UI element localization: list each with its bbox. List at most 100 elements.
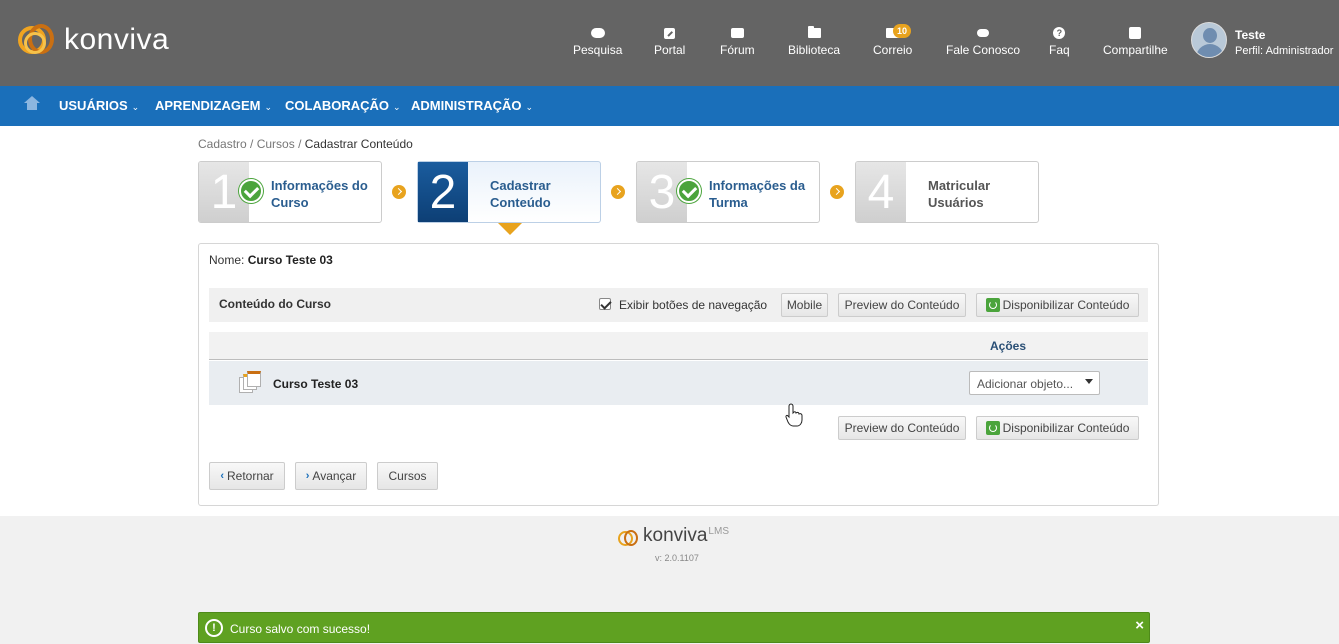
- wizard-step-3[interactable]: 3 Informações da Turma: [636, 161, 820, 223]
- forum-icon: [730, 26, 744, 40]
- step-label: Cadastrar Conteúdo: [490, 178, 551, 210]
- help-icon: ?: [1052, 26, 1066, 40]
- actions-column-header: Ações: [990, 339, 1027, 353]
- nav-compartilhe[interactable]: Compartilhe: [1103, 26, 1168, 57]
- power-icon: [985, 421, 1000, 435]
- wizard-step-4[interactable]: 4 Matricular Usuários: [855, 161, 1039, 223]
- chevron-left-icon: ‹: [220, 470, 224, 482]
- course-pages-icon: [239, 371, 263, 395]
- footer-logo: konviva LMS: [617, 525, 729, 549]
- menu-aprendizagem[interactable]: APRENDIZAGEM ⌄: [155, 98, 272, 113]
- publish-button-bottom[interactable]: Disponibilizar Conteúdo: [976, 416, 1139, 440]
- version-text: v: 2.0.1107: [655, 553, 699, 563]
- course-row-name[interactable]: Curso Teste 03: [273, 377, 358, 391]
- step-number: 4: [856, 162, 906, 222]
- nav-fale-conosco[interactable]: Fale Conosco: [946, 26, 1020, 57]
- chat-icon: [590, 26, 605, 40]
- menu-colaboracao[interactable]: COLABORAÇÃO ⌄: [285, 98, 401, 113]
- button-label: Preview do Conteúdo: [844, 298, 960, 312]
- menu-label: COLABORAÇÃO: [285, 98, 389, 113]
- alert-icon: !: [205, 619, 223, 637]
- breadcrumb-separator: /: [294, 137, 305, 151]
- active-step-pointer: [498, 223, 522, 235]
- close-icon[interactable]: ×: [1135, 617, 1144, 634]
- wizard-step-1[interactable]: 1 Informações do Curso: [198, 161, 382, 223]
- nav-label: Faq: [1049, 43, 1070, 57]
- add-object-select[interactable]: Adicionar objeto...: [969, 371, 1100, 395]
- show-nav-buttons-checkbox[interactable]: [599, 298, 611, 310]
- nav-label: Fórum: [720, 43, 755, 57]
- folder-icon: [807, 26, 821, 40]
- nav-label: Biblioteca: [788, 43, 841, 57]
- nav-pesquisa[interactable]: Pesquisa: [573, 26, 622, 57]
- chevron-down-icon: ⌄: [131, 102, 140, 112]
- button-label: Cursos: [388, 469, 427, 483]
- dropdown-arrow-icon: [1085, 379, 1093, 384]
- menu-administracao[interactable]: ADMINISTRAÇÃO ⌄: [411, 98, 533, 113]
- button-label: Retornar: [226, 469, 274, 483]
- course-name-box: Nome: Curso Teste 03: [198, 243, 1159, 277]
- nav-forum[interactable]: Fórum: [720, 26, 755, 57]
- footer-logo-sup: LMS: [708, 526, 729, 537]
- nav-portal[interactable]: Portal: [654, 26, 685, 57]
- nav-biblioteca[interactable]: Biblioteca: [788, 26, 840, 57]
- preview-button-bottom[interactable]: Preview do Conteúdo: [838, 416, 966, 440]
- home-icon[interactable]: [24, 96, 40, 112]
- step-number: 2: [418, 162, 468, 222]
- logo-rings-icon: [617, 527, 641, 549]
- share-icon: [1128, 26, 1142, 40]
- user-name[interactable]: Teste: [1235, 28, 1265, 42]
- mobile-button[interactable]: Mobile: [781, 293, 828, 317]
- menu-usuarios[interactable]: USUÁRIOS ⌄: [59, 98, 139, 113]
- select-value: Adicionar objeto...: [977, 377, 1074, 391]
- back-button[interactable]: ‹ Retornar: [209, 462, 285, 490]
- power-icon: [985, 298, 1000, 312]
- next-button[interactable]: › Avançar: [295, 462, 367, 490]
- preview-button[interactable]: Preview do Conteúdo: [838, 293, 966, 317]
- hand-cursor-icon: [785, 403, 803, 427]
- button-label: Preview do Conteúdo: [844, 421, 960, 435]
- chevron-right-icon: ›: [305, 470, 310, 482]
- success-toast: ! Curso salvo com sucesso! ×: [198, 612, 1150, 643]
- nav-label: Portal: [654, 43, 686, 57]
- footer-logo-text: konviva: [643, 525, 708, 546]
- show-nav-buttons-label[interactable]: Exibir botões de navegação: [619, 298, 767, 312]
- publish-button[interactable]: Disponibilizar Conteúdo: [976, 293, 1139, 317]
- nav-label: Pesquisa: [573, 43, 623, 57]
- chevron-down-icon: ⌄: [525, 102, 534, 112]
- breadcrumb-cadastro[interactable]: Cadastro: [198, 137, 247, 151]
- breadcrumb-current: Cadastrar Conteúdo: [304, 137, 413, 151]
- chevron-right-icon: [392, 185, 406, 199]
- courses-button[interactable]: Cursos: [377, 462, 438, 490]
- konviva-logo[interactable]: konviva: [16, 20, 169, 60]
- course-name-label: Nome:: [209, 253, 245, 267]
- chevron-down-icon: ⌄: [264, 102, 272, 112]
- cloud-upload-icon: [976, 26, 990, 40]
- external-link-icon: [663, 26, 677, 40]
- button-label: Avançar: [312, 469, 357, 483]
- logo-rings-icon: [16, 20, 60, 60]
- nav-label: Fale Conosco: [946, 43, 1021, 57]
- breadcrumb-separator: /: [246, 137, 257, 151]
- check-icon: [677, 179, 701, 203]
- button-label: Mobile: [786, 298, 823, 312]
- check-icon: [239, 179, 263, 203]
- chevron-right-icon: [611, 185, 625, 199]
- user-profile: Perfil: Administrador: [1235, 45, 1334, 57]
- nav-label: Compartilhe: [1103, 43, 1168, 57]
- chevron-down-icon: ⌄: [393, 102, 401, 112]
- wizard-step-2[interactable]: 2 Cadastrar Conteúdo: [417, 161, 601, 223]
- menu-label: ADMINISTRAÇÃO: [411, 98, 522, 113]
- avatar[interactable]: [1191, 22, 1227, 58]
- breadcrumb: Cadastro / Cursos / Cadastrar Conteúdo: [198, 137, 413, 151]
- menu-label: APRENDIZAGEM: [155, 98, 261, 113]
- step-label: Matricular Usuários: [928, 178, 991, 210]
- button-label: Disponibilizar Conteúdo: [1002, 421, 1130, 435]
- button-label: Disponibilizar Conteúdo: [1002, 298, 1130, 312]
- toast-message: Curso salvo com sucesso!: [230, 622, 371, 636]
- nav-faq[interactable]: ? Faq: [1049, 26, 1070, 57]
- step-label: Informações da Turma: [709, 178, 806, 210]
- mail-count-badge: 10: [893, 24, 911, 38]
- chevron-right-icon: [830, 185, 844, 199]
- breadcrumb-cursos[interactable]: Cursos: [257, 137, 295, 151]
